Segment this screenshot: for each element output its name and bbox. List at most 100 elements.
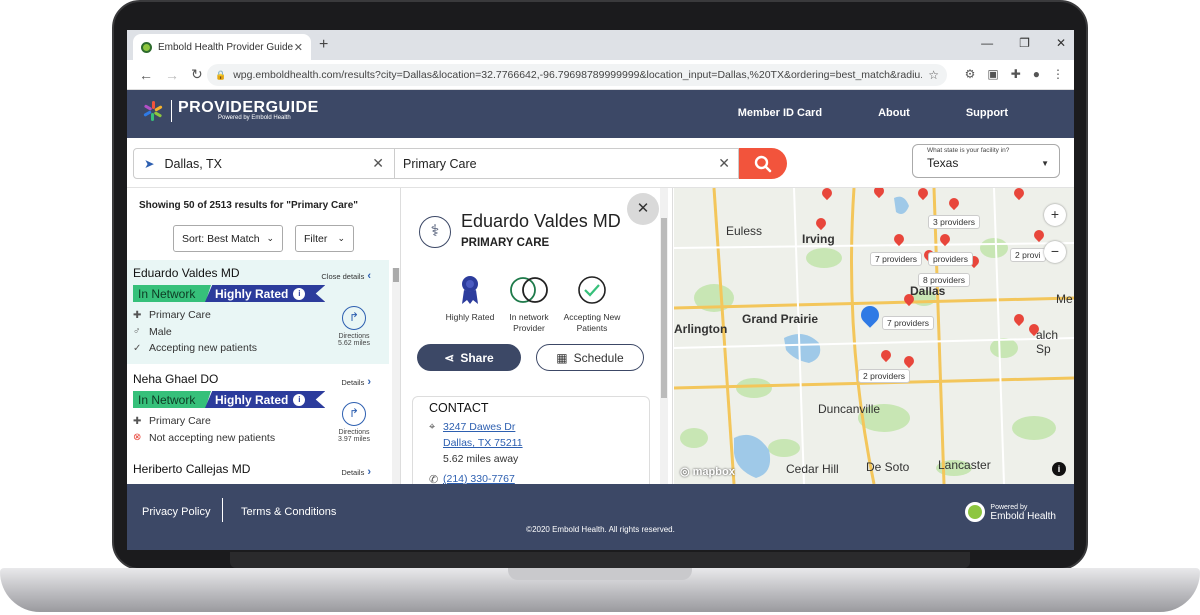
clear-location-icon[interactable]: ✕	[372, 155, 384, 172]
feature-label: In network Provider	[509, 312, 549, 333]
zoom-in-button[interactable]: +	[1044, 204, 1066, 226]
medical-cross-icon: ✚	[133, 309, 142, 321]
filter-button[interactable]: Filter ⌄	[295, 225, 354, 252]
provider-guide-logo[interactable]: PROVIDERGUIDE Powered by Embold Health	[143, 100, 319, 122]
address-line-2[interactable]: Dallas, TX 75211	[443, 435, 633, 451]
new-tab-icon[interactable]: +	[319, 36, 328, 54]
map-pin[interactable]	[894, 234, 904, 247]
feature-label: Highly Rated	[445, 312, 495, 322]
feature-label: Accepting New Patients	[563, 312, 621, 333]
scrollbar-thumb[interactable]	[393, 268, 399, 282]
highly-rated-label: Highly Rated	[215, 392, 289, 407]
provider-card[interactable]: Eduardo Valdes MD Close details ‹ In Netw…	[127, 260, 389, 364]
highly-rated-badge[interactable]: Highly Rated i	[205, 285, 326, 302]
provider-card[interactable]: Neha Ghael DO Details › In Network Highly…	[127, 366, 389, 454]
details-link[interactable]: Details ›	[341, 376, 371, 388]
map-pin[interactable]	[1014, 188, 1024, 201]
brand-name: PROVIDERGUIDE	[178, 99, 319, 116]
close-details-link[interactable]: Close details ‹	[321, 270, 371, 282]
lock-icon: 🔒	[215, 69, 227, 80]
share-button[interactable]: ⋖ Share	[417, 344, 521, 371]
laptop-notch	[508, 568, 692, 580]
provider-cluster-label[interactable]: 7 providers	[882, 316, 935, 330]
directions-button[interactable]: ↱ Directions 5.62 miles	[335, 306, 373, 347]
map-pin[interactable]	[949, 198, 959, 211]
map-pin[interactable]	[918, 188, 928, 201]
forward-arrow-icon[interactable]: →	[165, 67, 179, 83]
chevron-right-icon: ›	[367, 376, 371, 388]
zoom-out-button[interactable]: −	[1044, 241, 1066, 263]
nav-member-id-card[interactable]: Member ID Card	[738, 107, 822, 119]
search-button[interactable]	[739, 148, 787, 179]
map-pin[interactable]	[904, 356, 914, 369]
phone-block: ✆ (214) 330-7767	[429, 473, 633, 484]
info-icon[interactable]: i	[293, 287, 306, 300]
feature-in-network: In network Provider	[496, 274, 562, 334]
in-network-badge: In Network	[133, 391, 211, 408]
map-pin[interactable]	[904, 294, 914, 307]
tab-close-icon[interactable]: ✕	[294, 41, 303, 54]
close-detail-button[interactable]: ✕	[627, 193, 659, 225]
city-label: Irving	[802, 232, 835, 246]
search-row: ➤ Dallas, TX ✕ Primary Care ✕ What state…	[127, 138, 1074, 188]
extensions-puzzle-icon[interactable]: ✚	[1011, 67, 1021, 81]
url-field[interactable]: 🔒 wpg.emboldhealth.com/results?city=Dall…	[207, 64, 947, 86]
provider-cluster-label[interactable]: 2 providers	[858, 369, 911, 383]
gender-text: Male	[149, 325, 172, 338]
phone-number[interactable]: (214) 330-7767	[443, 473, 515, 484]
map-pin[interactable]	[1014, 314, 1024, 327]
scrollbar-thumb[interactable]	[661, 218, 667, 398]
directions-button[interactable]: ↱ Directions 3.97 miles	[335, 402, 373, 443]
map-pin[interactable]	[1034, 230, 1044, 243]
info-icon[interactable]: i	[293, 393, 306, 406]
sort-dropdown[interactable]: Sort: Best Match ⌄	[173, 225, 283, 252]
nav-about[interactable]: About	[878, 107, 910, 119]
map-pin[interactable]	[874, 188, 884, 199]
map-info-icon[interactable]: i	[1052, 462, 1066, 476]
extension-screen-icon[interactable]: ▣	[987, 67, 998, 81]
privacy-policy-link[interactable]: Privacy Policy	[142, 506, 210, 518]
provider-map[interactable]: Irving Euless Grand Prairie Arlington Du…	[674, 188, 1074, 484]
restore-icon[interactable]: ❐	[1019, 36, 1030, 50]
provider-card[interactable]: Heriberto Callejas MD Details ›	[127, 456, 389, 484]
location-input[interactable]: ➤ Dallas, TX ✕	[133, 148, 395, 179]
back-arrow-icon[interactable]: ←	[139, 67, 153, 83]
browser-extensions: ⚙ ▣ ✚ ● ⋮	[965, 67, 1064, 81]
map-pin[interactable]	[822, 188, 832, 201]
terms-link[interactable]: Terms & Conditions	[241, 506, 336, 518]
map-pin[interactable]	[940, 234, 950, 247]
address-line-1[interactable]: 3247 Dawes Dr	[443, 419, 633, 435]
profile-icon[interactable]: ●	[1033, 67, 1040, 81]
state-select[interactable]: What state is your facility in? Texas ▼	[912, 144, 1060, 178]
map-pin[interactable]	[881, 350, 891, 363]
reload-icon[interactable]: ↻	[191, 66, 203, 83]
check-circle-icon: ✓	[133, 342, 142, 354]
search-input[interactable]: Primary Care ✕	[394, 148, 739, 179]
embold-health-logo[interactable]: Powered by Embold Health	[965, 502, 1056, 522]
detail-scrollbar[interactable]	[660, 188, 668, 484]
city-label: Arlington	[674, 322, 728, 336]
map-pin[interactable]	[1029, 324, 1039, 337]
clear-search-icon[interactable]: ✕	[718, 155, 730, 172]
close-window-icon[interactable]: ✕	[1056, 36, 1066, 50]
browser-tab[interactable]: Embold Health Provider Guide ✕	[133, 34, 311, 60]
highly-rated-badge[interactable]: Highly Rated i	[205, 391, 326, 408]
directions-label: Directions	[338, 429, 370, 436]
details-link[interactable]: Details ›	[341, 466, 371, 478]
selected-map-pin[interactable]	[857, 302, 883, 328]
provider-cluster-label[interactable]: providers	[928, 252, 973, 266]
results-scrollbar[interactable]	[392, 268, 400, 484]
browser-menu-icon[interactable]: ⋮	[1052, 67, 1064, 81]
provider-cluster-label[interactable]: 7 providers	[870, 252, 923, 266]
provider-cluster-label[interactable]: 3 providers	[928, 215, 981, 229]
schedule-button[interactable]: ▦ Schedule	[536, 344, 644, 371]
nav-support[interactable]: Support	[966, 107, 1008, 119]
extension-gear-icon[interactable]: ⚙	[965, 67, 976, 81]
minimize-icon[interactable]: —	[981, 36, 993, 50]
results-panel: Showing 50 of 2513 results for "Primary …	[127, 188, 401, 484]
bookmark-star-icon[interactable]: ☆	[928, 68, 939, 82]
provider-cluster-label[interactable]: 2 provi	[1010, 248, 1046, 262]
mapbox-logo[interactable]: ◎ mapbox	[680, 465, 735, 478]
map-pin[interactable]	[816, 218, 826, 231]
provider-cluster-label[interactable]: 8 providers	[918, 273, 971, 287]
